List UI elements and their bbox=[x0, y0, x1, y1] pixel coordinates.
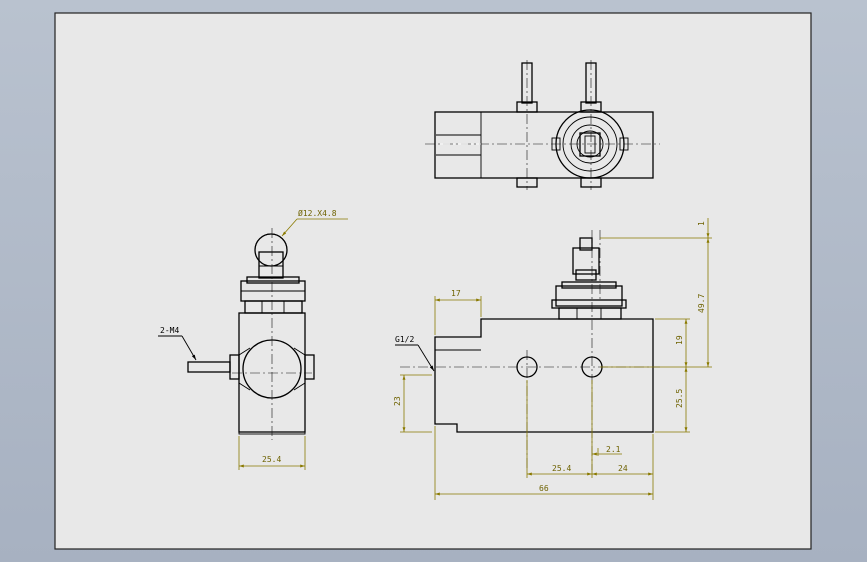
dim-upper-19: 19 bbox=[675, 335, 684, 345]
dim-hole-spacing: 25.4 bbox=[552, 464, 571, 473]
dim-height-23: 23 bbox=[393, 396, 402, 406]
screw-callout: 2-M4 bbox=[160, 326, 179, 335]
dim-offset-2-1: 2.1 bbox=[606, 445, 621, 454]
dim-overall-length: 66 bbox=[539, 484, 549, 493]
dim-lower-25-5: 25.5 bbox=[675, 389, 684, 408]
roller-callout: Ø12.X4.8 bbox=[298, 208, 337, 218]
dim-edge-24: 24 bbox=[618, 464, 628, 473]
dim-side-width: 25.4 bbox=[262, 455, 281, 464]
dim-top-width: 17 bbox=[451, 289, 461, 298]
drawing-canvas: Ø12.X4.8 2-M4 G1/2 25.4 17 23 1 49.7 19 … bbox=[54, 12, 812, 550]
drawing-sheet bbox=[54, 12, 812, 550]
cad-viewport[interactable]: Ø12.X4.8 2-M4 G1/2 25.4 17 23 1 49.7 19 … bbox=[0, 0, 867, 562]
dim-top-offset: 1 bbox=[697, 221, 706, 226]
thread-callout: G1/2 bbox=[395, 335, 414, 344]
dim-overall-height: 49.7 bbox=[697, 294, 706, 313]
